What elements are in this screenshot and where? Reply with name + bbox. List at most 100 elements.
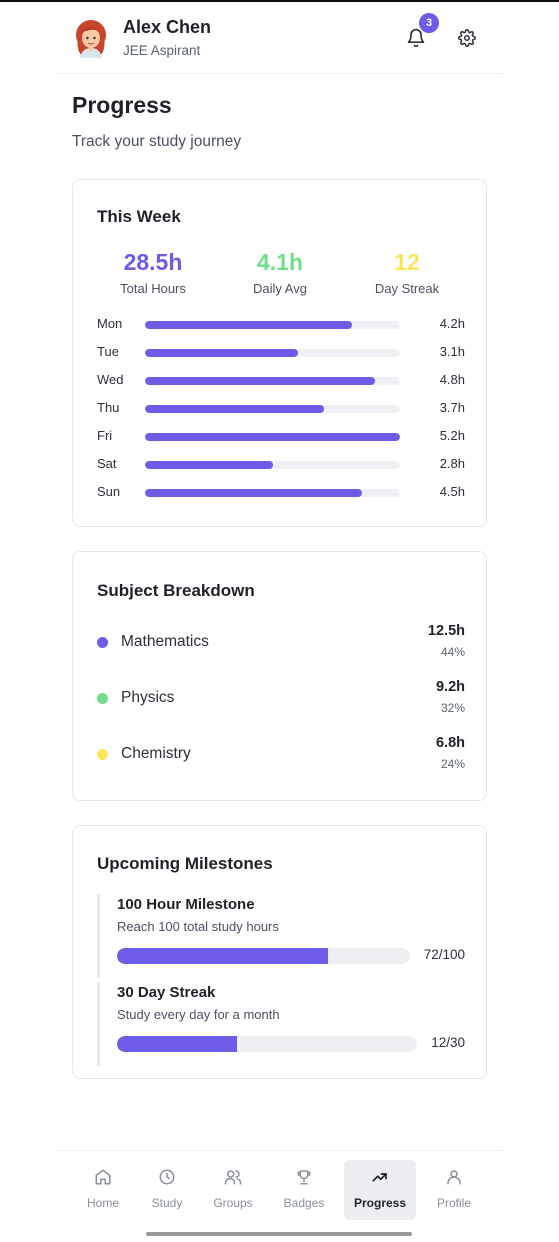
day-hours: 4.8h (439, 372, 465, 387)
day-label: Tue (97, 344, 119, 359)
app-header: Alex Chen JEE Aspirant 3 (56, 2, 503, 74)
milestone-description: Reach 100 total study hours (117, 919, 279, 934)
subject-color-dot (97, 637, 108, 648)
users-icon (224, 1168, 242, 1186)
gear-icon[interactable] (458, 29, 476, 47)
subject-percent: 32% (440, 701, 465, 715)
subject-breakdown-card: Subject Breakdown Mathematics 12.5h 44% … (72, 551, 487, 801)
card-title: This Week (97, 207, 181, 226)
subject-row-physics[interactable]: Physics 9.2h 32% (97, 679, 465, 719)
user-icon (445, 1168, 463, 1186)
home-icon (94, 1168, 112, 1186)
nav-item-profile[interactable]: Profile (419, 1160, 489, 1220)
day-row-tue: Tue 3.1h (97, 344, 465, 362)
nav-label: Badges (283, 1196, 325, 1210)
day-hours: 2.8h (439, 456, 465, 471)
day-label: Fri (97, 428, 113, 443)
bottom-nav: Home Study Groups Badges Progress Profil… (56, 1150, 503, 1220)
subject-color-dot (97, 749, 108, 760)
day-row-mon: Mon 4.2h (97, 316, 465, 334)
milestone-accent-line (97, 982, 100, 1066)
subject-percent: 24% (440, 757, 465, 771)
nav-item-badges[interactable]: Badges (269, 1160, 339, 1220)
day-bar-track (145, 433, 400, 441)
notification-count-badge: 3 (419, 13, 439, 33)
day-bar-fill (145, 461, 273, 469)
milestone-progress-fill (117, 948, 328, 964)
user-name: Alex Chen (123, 17, 212, 37)
day-hours: 4.2h (439, 316, 465, 331)
stat-value: 4.1h (256, 249, 304, 275)
nav-item-home[interactable]: Home (68, 1160, 138, 1220)
day-bar-fill (145, 321, 352, 329)
stat-label: Total Hours (120, 281, 186, 296)
subject-name: Mathematics (121, 633, 209, 650)
milestone-title: 30 Day Streak (117, 984, 216, 1001)
subject-hours: 6.8h (435, 735, 465, 751)
this-week-card: This Week 28.5h Total Hours 4.1h Daily A… (72, 179, 487, 527)
nav-label: Home (86, 1196, 119, 1210)
nav-item-groups[interactable]: Groups (198, 1160, 268, 1220)
milestone-progress-track (117, 948, 410, 964)
subject-row-chemistry[interactable]: Chemistry 6.8h 24% (97, 735, 465, 775)
upcoming-milestones-card: Upcoming Milestones 100 Hour Milestone R… (72, 825, 487, 1079)
stat-value: 28.5h (123, 249, 183, 275)
day-hours: 3.1h (439, 344, 465, 359)
subject-color-dot (97, 693, 108, 704)
day-bar-fill (145, 377, 375, 385)
trophy-icon (295, 1168, 313, 1186)
day-label: Sat (97, 456, 117, 471)
nav-item-study[interactable]: Study (132, 1160, 202, 1220)
subject-hours: 9.2h (435, 679, 465, 695)
subject-hours: 12.5h (427, 623, 465, 639)
day-bar-track (145, 377, 400, 385)
day-label: Wed (97, 372, 124, 387)
day-row-wed: Wed 4.8h (97, 372, 465, 390)
day-hours: 3.7h (439, 400, 465, 415)
stat-label: Day Streak (374, 281, 440, 296)
card-title: Upcoming Milestones (97, 854, 273, 873)
milestone-progress-fill (117, 1036, 237, 1052)
day-bar-fill (145, 405, 324, 413)
nav-item-progress[interactable]: Progress (344, 1160, 416, 1220)
day-bar-fill (145, 349, 298, 357)
subject-row-mathematics[interactable]: Mathematics 12.5h 44% (97, 623, 465, 663)
day-bar-track (145, 461, 400, 469)
day-bar-track (145, 349, 400, 357)
nav-label: Profile (436, 1196, 471, 1210)
day-label: Thu (97, 400, 120, 415)
milestone-description: Study every day for a month (117, 1007, 280, 1022)
home-indicator[interactable] (146, 1232, 412, 1236)
milestone-progress-track (117, 1036, 417, 1052)
nav-label: Groups (213, 1196, 253, 1210)
avatar[interactable] (72, 18, 110, 58)
stat-day-streak: 12 Day Streak (347, 249, 467, 296)
stat-label: Daily Avg (253, 281, 307, 296)
day-row-sat: Sat 2.8h (97, 456, 465, 474)
page-title: Progress (72, 92, 172, 118)
day-bar-track (145, 405, 400, 413)
nav-label: Progress (353, 1196, 407, 1210)
subject-name: Chemistry (121, 745, 191, 762)
card-title: Subject Breakdown (97, 581, 255, 600)
day-bar-fill (145, 489, 362, 497)
day-label: Mon (97, 316, 123, 331)
milestone-accent-line (97, 894, 100, 978)
day-hours: 5.2h (439, 428, 465, 443)
day-label: Sun (97, 484, 121, 499)
stat-value: 12 (394, 249, 420, 275)
page-subtitle: Track your study journey (72, 133, 242, 150)
trending-up-icon (371, 1168, 389, 1186)
milestone-progress-value: 12/30 (431, 1035, 465, 1050)
clock-icon (158, 1168, 176, 1186)
subject-name: Physics (121, 689, 175, 706)
user-role: JEE Aspirant (123, 43, 201, 58)
day-hours: 4.5h (439, 484, 465, 499)
nav-label: Study (151, 1196, 183, 1210)
day-row-thu: Thu 3.7h (97, 400, 465, 418)
day-bar-fill (145, 433, 400, 441)
milestone-30-day-streak[interactable]: 30 Day Streak Study every day for a mont… (97, 982, 465, 1066)
stat-daily-avg: 4.1h Daily Avg (220, 249, 340, 296)
milestone-progress-value: 72/100 (423, 947, 465, 962)
milestone-100-hours[interactable]: 100 Hour Milestone Reach 100 total study… (97, 894, 465, 978)
